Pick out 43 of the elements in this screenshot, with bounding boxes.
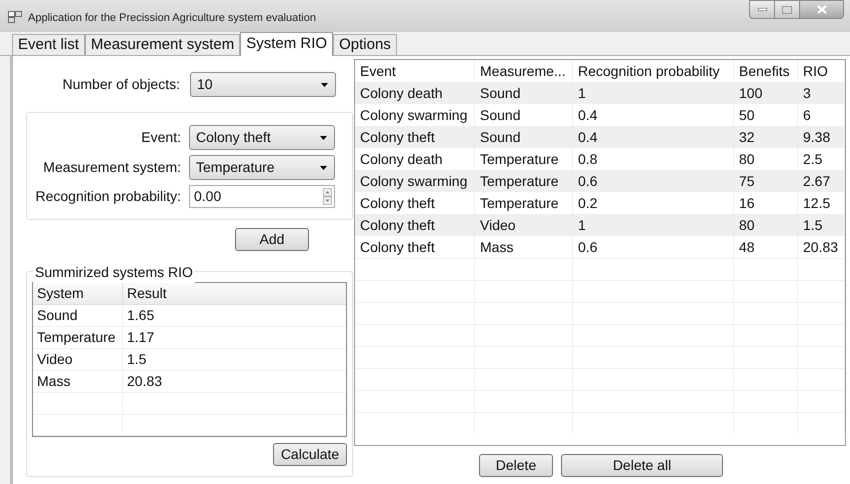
calculate-button[interactable]: Calculate [273, 443, 347, 466]
field-label: Measurement system: [42, 158, 182, 177]
column-header[interactable]: Result [123, 283, 346, 304]
maximize-button[interactable] [775, 0, 800, 19]
tab[interactable]: Options [333, 34, 397, 55]
dropdown[interactable]: 10 [190, 72, 336, 97]
dropdown-caret-icon [320, 136, 327, 140]
table-cell: 0.6 [573, 236, 734, 258]
tab[interactable]: System RIO [240, 32, 334, 56]
table-cell: Mass [33, 371, 123, 392]
dropdown-caret-icon [320, 166, 327, 170]
delete-all-button[interactable]: Delete all [561, 454, 723, 477]
window-title: Application for the Precission Agriculture system evaluation [28, 11, 316, 26]
dropdown[interactable]: Temperature [189, 155, 335, 180]
tab[interactable]: Measurement system [84, 34, 240, 55]
minimize-icon [758, 8, 766, 11]
table-cell: Video [33, 349, 123, 370]
field-label: Event: [140, 128, 182, 147]
tab[interactable]: Event list [12, 34, 85, 55]
table-cell-text: 1.65 [126, 306, 156, 325]
table-cell: Temperature [33, 327, 123, 348]
dropdown-caret-icon [321, 82, 328, 86]
table-cell: Sound [33, 305, 123, 326]
spinner-arrows-icon[interactable] [323, 188, 332, 205]
close-button[interactable] [800, 0, 844, 19]
number-field[interactable]: 0.00 [189, 185, 335, 208]
table-cell: 20.83 [798, 236, 845, 258]
column-header[interactable]: System [33, 283, 123, 304]
table-cell: Mass [475, 236, 573, 258]
table-cell: Colony theft [355, 236, 475, 258]
minimize-button[interactable] [749, 0, 775, 19]
app-icon [8, 11, 22, 23]
delete-button[interactable]: Delete [479, 454, 553, 477]
table-cell-text: 1.17 [126, 328, 156, 347]
close-icon [816, 5, 826, 14]
table-cell-text: 1.5 [126, 350, 148, 369]
maximize-icon [782, 6, 792, 14]
add-button[interactable]: Add [235, 228, 309, 251]
dropdown[interactable]: Colony theft [189, 125, 335, 150]
field-label: Number of objects: [62, 75, 181, 94]
table-cell-text: 20.83 [126, 372, 164, 391]
field-label: Recognition probability: [34, 187, 182, 206]
table-cell: 48 [734, 236, 798, 258]
